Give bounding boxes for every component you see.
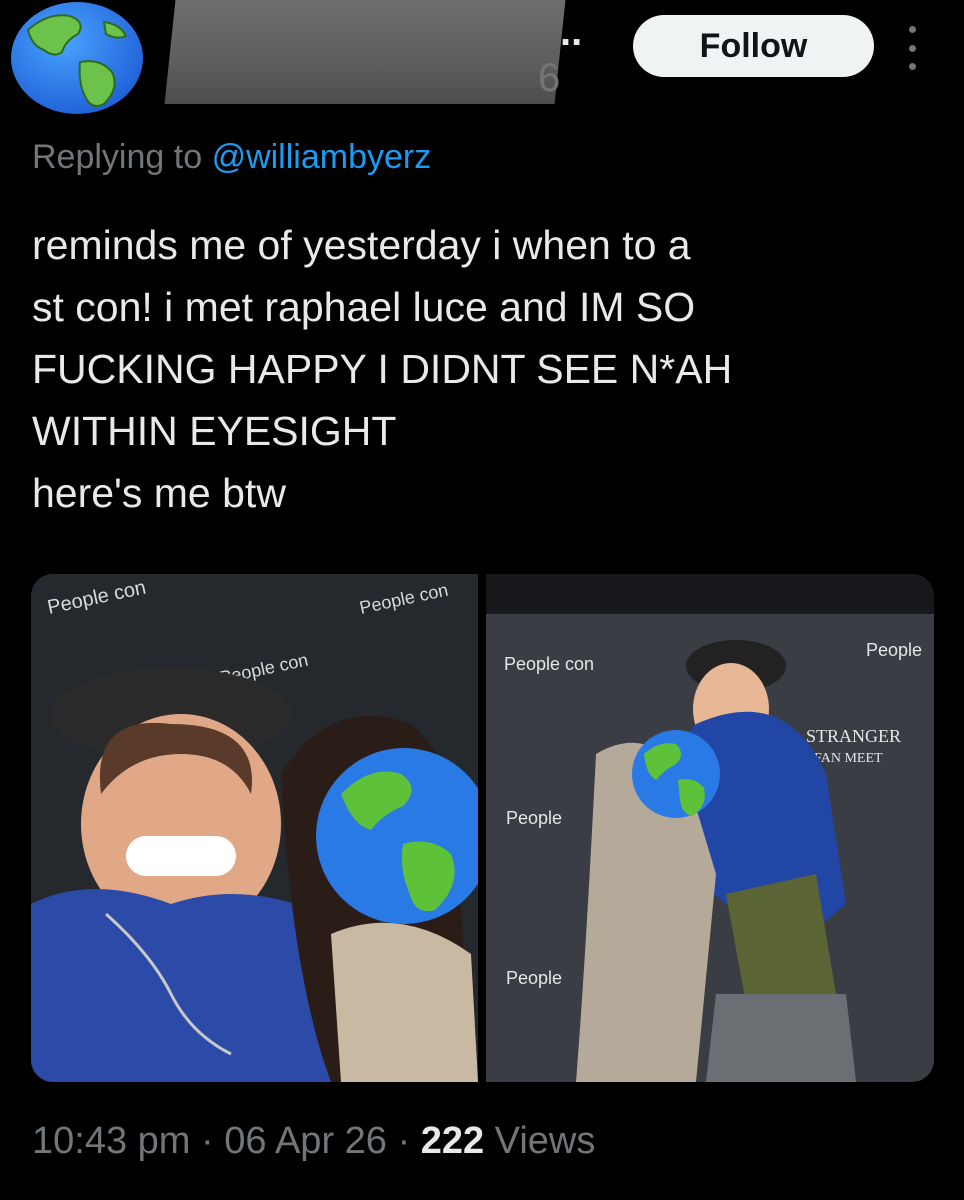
views-count: 222 xyxy=(420,1120,485,1162)
name-truncation: .. xyxy=(560,10,583,54)
tweet-text: reminds me of yesterday i when to a st c… xyxy=(32,214,912,524)
more-vertical-icon[interactable] xyxy=(900,26,924,70)
more-dot xyxy=(908,44,916,52)
tweet-line: FUCKING HAPPY I DIDNT SEE N*AH xyxy=(32,346,733,392)
tweet-time: 10:43 pm xyxy=(32,1120,191,1162)
separator: · xyxy=(201,1120,214,1162)
tweet-timestamp[interactable]: 10:43 pm · 06 Apr 26 · 222 Views xyxy=(32,1120,595,1163)
replying-prefix: Replying to xyxy=(32,138,203,176)
reply-mention-link[interactable]: @williambyerz xyxy=(212,138,432,176)
avatar[interactable] xyxy=(8,0,146,116)
backdrop-text: People xyxy=(506,968,562,988)
globe-icon xyxy=(11,2,143,114)
more-dot xyxy=(908,26,916,33)
backdrop-text: STRANGER xyxy=(806,726,901,746)
tweet-line: here's me btw xyxy=(32,470,286,516)
separator: · xyxy=(397,1120,411,1162)
backdrop-text: People con xyxy=(504,654,594,674)
replying-to: Replying to @williambyerz xyxy=(32,138,431,177)
tweet-line: WITHIN EYESIGHT xyxy=(32,408,397,454)
author-block[interactable]: @ .. 6 xyxy=(160,0,600,110)
photo-left[interactable]: People con People con People con xyxy=(31,574,478,1082)
views-label: Views xyxy=(494,1120,596,1162)
redaction-block xyxy=(164,0,566,104)
more-dot xyxy=(908,63,916,70)
backdrop-text: People xyxy=(506,808,562,828)
tweet-line: st con! i met raphael luce and IM SO xyxy=(32,284,696,330)
tweet-line: reminds me of yesterday i when to a xyxy=(32,222,691,268)
handle-end: 6 xyxy=(538,56,561,100)
follow-button[interactable]: Follow xyxy=(633,15,874,77)
media-grid: People con People con People con People … xyxy=(31,574,934,1082)
tweet-date: 06 Apr 26 xyxy=(224,1120,387,1162)
photo-right[interactable]: People con STRANGER FAN MEET People Peop… xyxy=(486,574,934,1082)
backdrop-text: FAN MEET xyxy=(814,751,883,766)
backdrop-text: People xyxy=(866,640,922,660)
